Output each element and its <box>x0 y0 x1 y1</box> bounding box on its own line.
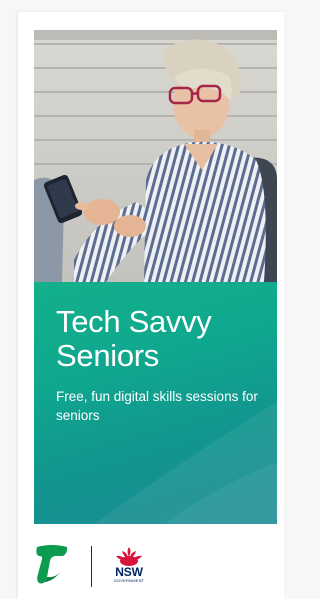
page: Tech Savvy Seniors Free, fun digital ski… <box>0 0 284 599</box>
brochure-subtitle: Free, fun digital skills sessions for se… <box>56 389 258 423</box>
waratah-icon <box>116 547 142 566</box>
nsw-government-text: GOVERNMENT <box>113 578 145 583</box>
senior-woman-with-phone-illustration <box>34 30 277 282</box>
telstra-t-icon <box>36 545 68 584</box>
title-panel: Tech Savvy Seniors Free, fun digital ski… <box>34 282 277 524</box>
nsw-wordmark: NSW <box>115 565 143 579</box>
logo-divider <box>91 546 92 587</box>
partner-logos: NSW GOVERNMENT <box>34 536 277 588</box>
cover-photo <box>34 30 277 282</box>
nsw-government-logo: NSW GOVERNMENT <box>109 545 149 587</box>
brochure-title: Tech Savvy Seniors <box>56 304 212 373</box>
